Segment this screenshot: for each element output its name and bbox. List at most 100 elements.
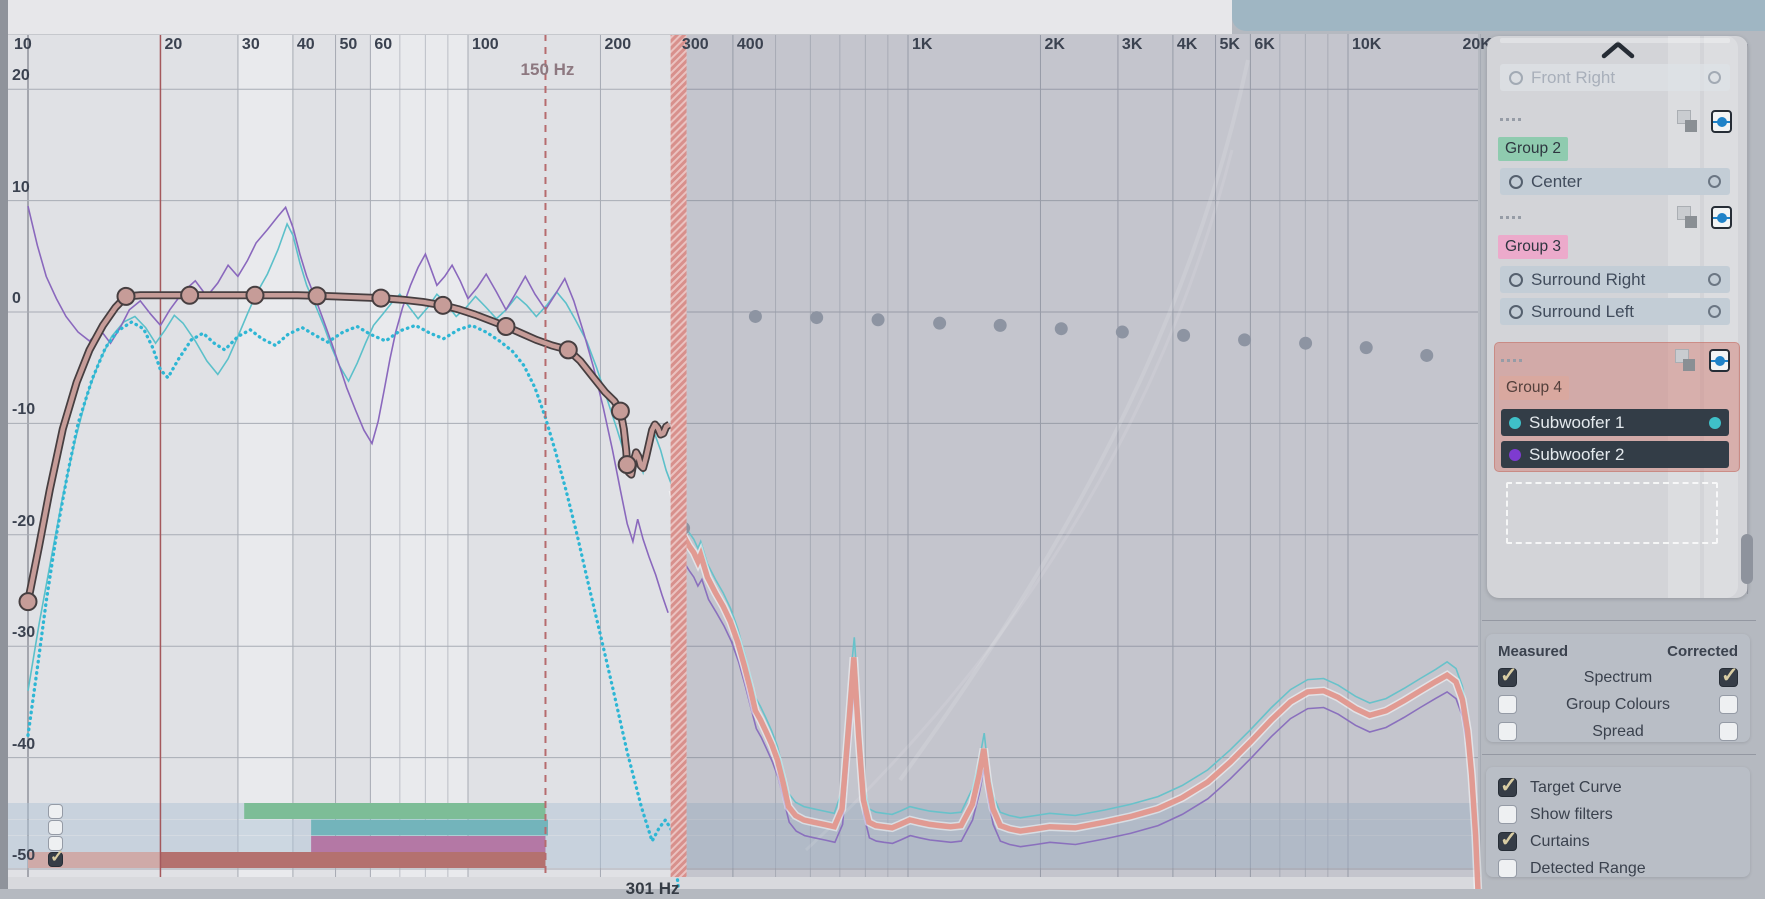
target-control-point[interactable]	[497, 318, 514, 335]
curtain-dim-overlay	[687, 34, 1478, 877]
curtains-checkbox[interactable]	[1498, 832, 1517, 851]
corrected-column-header: Corrected	[1667, 643, 1738, 660]
filter-points[interactable]	[1238, 333, 1251, 346]
filter-points[interactable]	[1299, 337, 1312, 350]
group-2-filter-node-icon[interactable]	[1711, 110, 1732, 133]
spread-measured-checkbox[interactable]	[1498, 722, 1517, 741]
group-4-drag-dots-icon[interactable]	[1501, 359, 1522, 362]
speaker-label: Surround Right	[1531, 270, 1645, 290]
range-bar[interactable]	[244, 803, 545, 819]
speaker-left-ring-icon	[1509, 175, 1523, 189]
sidebar-scrollbar-track[interactable]	[1747, 44, 1748, 594]
filter-points[interactable]	[1360, 341, 1373, 354]
target-control-point[interactable]	[619, 456, 636, 473]
range-bar[interactable]	[311, 820, 548, 836]
sidebar-scrollbar-thumb[interactable]	[1741, 534, 1753, 584]
spectrum-measured-checkbox[interactable]	[1498, 668, 1517, 687]
speaker-label: Subwoofer 1	[1529, 413, 1624, 433]
speaker-right-ring-icon	[1708, 273, 1721, 286]
speaker-row-surround-left[interactable]: Surround Left	[1500, 298, 1730, 325]
group-colours-label: Group Colours	[1517, 696, 1719, 714]
filter-points[interactable]	[810, 311, 823, 324]
speaker-left-ring-icon	[1509, 305, 1523, 319]
subwoofer-1-color-dot	[1509, 417, 1521, 429]
group-3-drag-dots-icon[interactable]	[1500, 216, 1521, 219]
target-control-point[interactable]	[117, 288, 134, 305]
group-colours-measured-checkbox[interactable]	[1498, 695, 1517, 714]
speaker-label: Center	[1531, 172, 1582, 192]
filter-points[interactable]	[1055, 322, 1068, 335]
range-bar[interactable]	[311, 836, 545, 852]
range-checkbox-2[interactable]	[48, 820, 63, 835]
speaker-row-subwoofer-1[interactable]: Subwoofer 1	[1501, 409, 1729, 436]
speaker-row-surround-right[interactable]: Surround Right	[1500, 266, 1730, 293]
filter-points[interactable]	[994, 319, 1007, 332]
plot-shade-band	[370, 34, 468, 877]
filter-points[interactable]	[749, 310, 762, 323]
measured-column-header: Measured	[1498, 643, 1568, 660]
target-control-point[interactable]	[246, 287, 263, 304]
target-control-point[interactable]	[181, 287, 198, 304]
subwoofer-1-right-dot	[1709, 417, 1721, 429]
display-options-panel: Measured Corrected Spectrum Group Colour…	[1486, 634, 1750, 742]
window-left-edge	[0, 0, 8, 889]
target-control-point[interactable]	[20, 593, 37, 610]
group-3-name-chip[interactable]: Group 3	[1498, 235, 1568, 259]
panel-divider	[1482, 620, 1756, 621]
filter-points[interactable]	[1116, 326, 1129, 339]
group-drop-zone[interactable]	[1506, 482, 1718, 544]
detected-range-checkbox[interactable]	[1498, 859, 1517, 878]
plot-shade-band	[238, 34, 293, 877]
subwoofer-2-color-dot	[1509, 449, 1521, 461]
target-control-point[interactable]	[560, 341, 577, 358]
speaker-left-ring-icon	[1509, 71, 1523, 85]
show-filters-checkbox[interactable]	[1498, 805, 1517, 824]
group-colours-corrected-checkbox[interactable]	[1719, 695, 1738, 714]
channel-groups-panel: Front Right Group 2 Center Group 3 Surro…	[1487, 36, 1748, 598]
speaker-row-center[interactable]: Center	[1500, 168, 1730, 195]
group-4-name-chip[interactable]: Group 4	[1499, 376, 1569, 400]
spread-label: Spread	[1517, 723, 1719, 741]
spread-corrected-checkbox[interactable]	[1719, 722, 1738, 741]
titlebar-band	[1232, 0, 1765, 31]
group-2-drag-dots-icon[interactable]	[1500, 118, 1521, 121]
group-3-layers-icon[interactable]	[1677, 206, 1697, 228]
speaker-right-ring-icon	[1708, 305, 1721, 318]
chart-top-margin	[8, 0, 1232, 35]
curtain-frequency-label: 301 Hz	[617, 879, 689, 899]
speaker-right-ring-icon	[1708, 175, 1721, 188]
group-2-name-chip[interactable]: Group 2	[1498, 137, 1568, 161]
filter-points[interactable]	[933, 317, 946, 330]
filter-points[interactable]	[1177, 329, 1190, 342]
target-control-point[interactable]	[434, 297, 451, 314]
spectrum-corrected-checkbox[interactable]	[1719, 668, 1738, 687]
target-control-point[interactable]	[309, 287, 326, 304]
detected-range-label: Detected Range	[1530, 860, 1738, 878]
group-4-selected-block[interactable]: Group 4 Subwoofer 1 Subwoofer 2	[1494, 342, 1740, 472]
group-4-filter-node-icon[interactable]	[1709, 349, 1730, 372]
plot-footer-strip	[8, 877, 1478, 889]
target-control-point[interactable]	[372, 290, 389, 307]
curtain-band[interactable]	[671, 34, 687, 877]
speaker-right-ring-icon	[1708, 71, 1721, 84]
crossover-frequency-label: 150 Hz	[511, 60, 583, 80]
group-2-layers-icon[interactable]	[1677, 110, 1697, 132]
range-bar[interactable]	[160, 852, 545, 868]
range-checkbox-1[interactable]	[48, 804, 63, 819]
overlay-options-panel: Target Curve Show filters Curtains Detec…	[1486, 767, 1750, 877]
filter-points[interactable]	[872, 313, 885, 326]
group-4-layers-icon[interactable]	[1675, 349, 1695, 371]
speaker-row-front-right[interactable]: Front Right	[1500, 64, 1730, 91]
range-checkbox-4[interactable]	[48, 852, 63, 867]
speaker-row-subwoofer-2[interactable]: Subwoofer 2	[1501, 441, 1729, 468]
group-3-filter-node-icon[interactable]	[1711, 206, 1732, 229]
target-control-point[interactable]	[612, 403, 629, 420]
speaker-label: Subwoofer 2	[1529, 445, 1624, 465]
panel-divider-2	[1482, 754, 1756, 755]
filter-points[interactable]	[1420, 349, 1433, 362]
target-curve-label: Target Curve	[1530, 779, 1738, 797]
collapse-panel-chevron-up-icon[interactable]	[1601, 41, 1635, 59]
spectrum-label: Spectrum	[1517, 669, 1719, 687]
curtains-label: Curtains	[1530, 833, 1738, 851]
target-curve-checkbox[interactable]	[1498, 778, 1517, 797]
